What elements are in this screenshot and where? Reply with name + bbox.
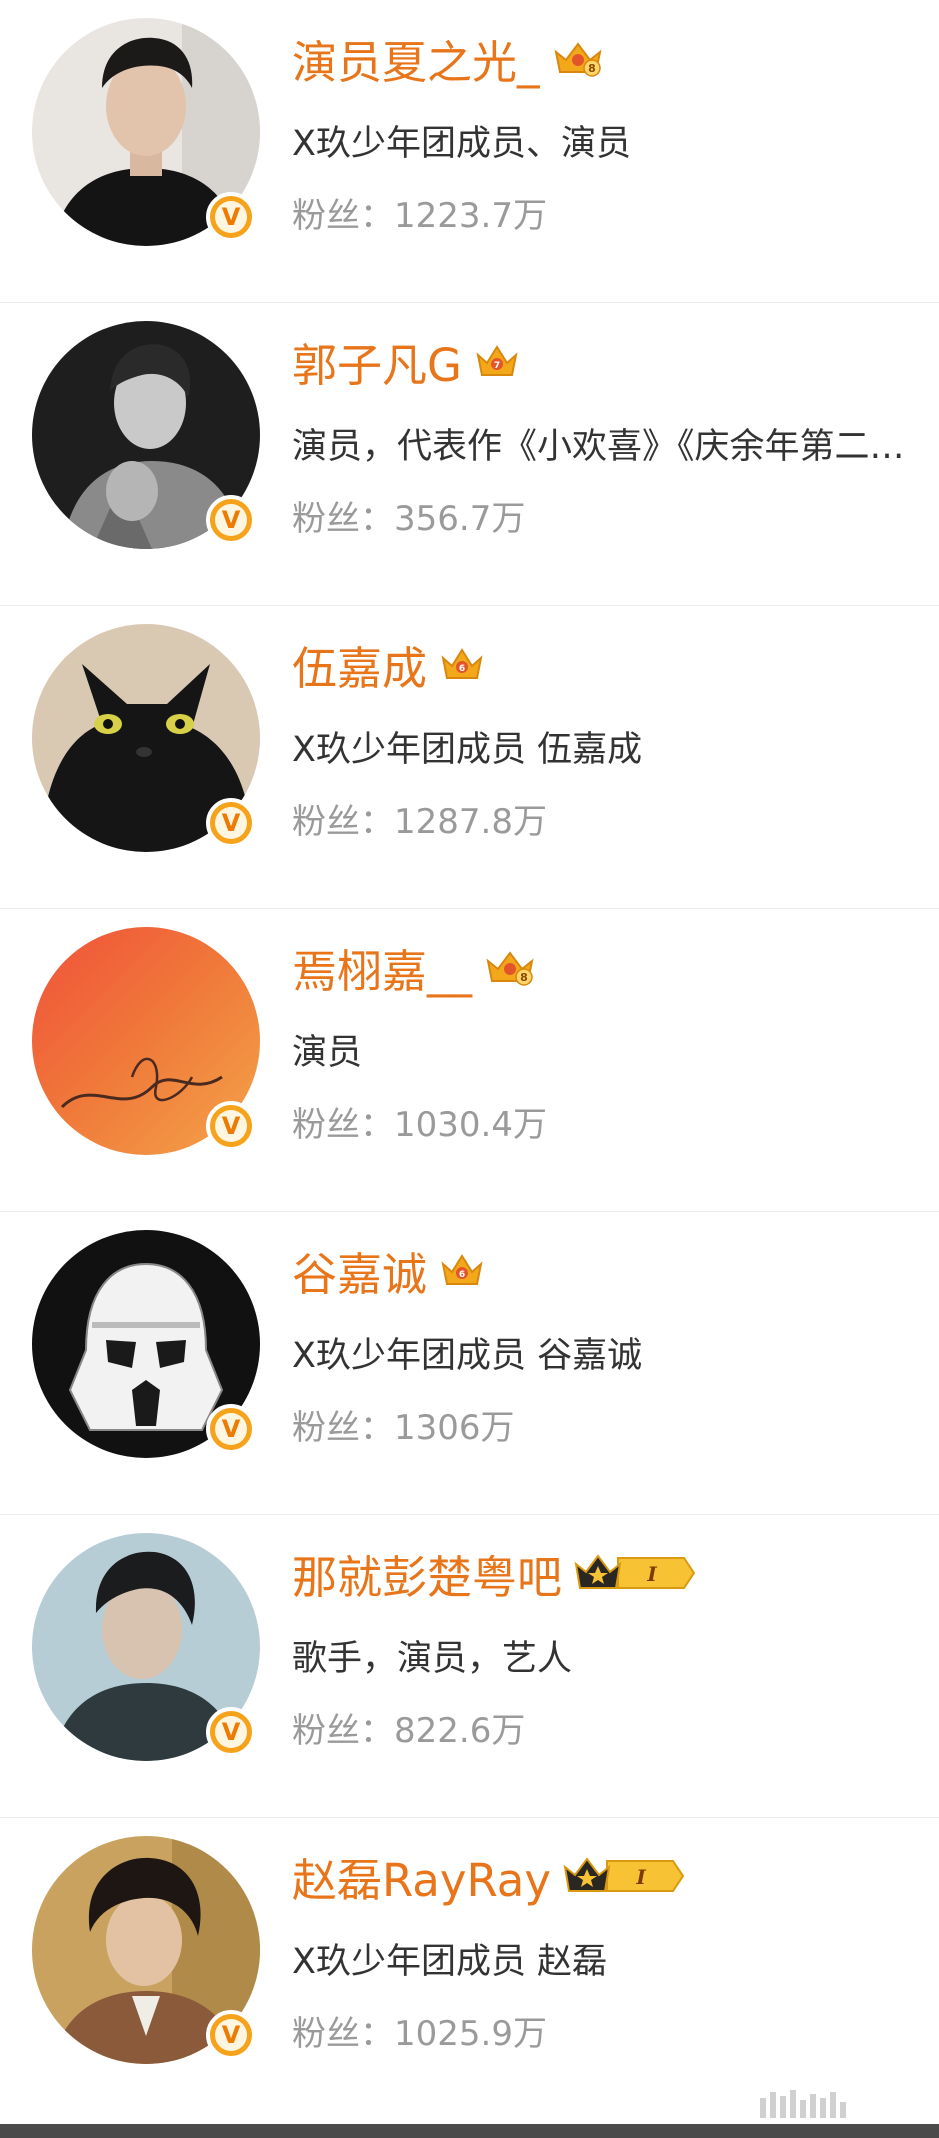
user-description: 演员，代表作《小欢喜》《庆余年第二… [292, 427, 905, 467]
vip-crown-icon: I [574, 1550, 698, 1596]
user-name[interactable]: 赵磊RayRay [292, 1844, 551, 1909]
fans-count: 粉丝：356.7万 [292, 499, 526, 539]
user-name[interactable]: 伍嘉成 [292, 632, 427, 697]
avatar[interactable]: V [32, 1230, 260, 1458]
verified-badge-icon: V [206, 1404, 256, 1454]
vip-crown-icon: I [563, 1853, 687, 1899]
fans-count: 粉丝：1306万 [292, 1408, 515, 1448]
fans-count: 粉丝：822.6万 [292, 1711, 526, 1751]
user-description: 歌手，演员，艺人 [292, 1639, 573, 1679]
crown-icon: 8 [484, 947, 536, 987]
list-item[interactable]: V 郭子凡G 7 演员，代表作《小欢喜》《庆余年第二… 粉丝：356.7万 [0, 303, 939, 606]
avatar[interactable]: V [32, 1836, 260, 2064]
avatar[interactable]: V [32, 624, 260, 852]
crown-icon: 6 [439, 1250, 485, 1290]
fans-count: 粉丝：1223.7万 [292, 196, 547, 236]
bottom-bar [0, 2124, 939, 2138]
fans-count: 粉丝：1030.4万 [292, 1105, 547, 1145]
avatar[interactable]: V [32, 927, 260, 1155]
svg-text:7: 7 [494, 361, 500, 371]
user-description: 演员 [292, 1033, 363, 1073]
user-name[interactable]: 谷嘉诚 [292, 1238, 427, 1303]
user-name[interactable]: 焉栩嘉__ [292, 935, 472, 1000]
user-name[interactable]: 郭子凡G [292, 329, 462, 394]
user-list: V 演员夏之光_ 8 X玖少年团成员、演员 粉丝：1223.7万 V 郭子凡G … [0, 0, 939, 2121]
verified-badge-icon: V [206, 798, 256, 848]
watermark-icon [760, 2090, 846, 2118]
verified-badge-icon: V [206, 192, 256, 242]
svg-text:I: I [635, 1865, 646, 1889]
crown-icon: 6 [439, 644, 485, 684]
verified-badge-icon: V [206, 2010, 256, 2060]
svg-text:6: 6 [459, 1270, 465, 1280]
fans-count: 粉丝：1025.9万 [292, 2014, 547, 2054]
svg-text:6: 6 [459, 664, 465, 674]
svg-text:8: 8 [588, 62, 596, 75]
crown-icon: 7 [474, 341, 520, 381]
user-name[interactable]: 演员夏之光_ [292, 26, 540, 91]
list-item[interactable]: V 谷嘉诚 6 X玖少年团成员 谷嘉诚 粉丝：1306万 [0, 1212, 939, 1515]
avatar[interactable]: V [32, 1533, 260, 1761]
user-description: X玖少年团成员 赵磊 [292, 1942, 608, 1982]
svg-text:8: 8 [520, 971, 528, 984]
user-description: X玖少年团成员 伍嘉成 [292, 730, 643, 770]
user-description: X玖少年团成员、演员 [292, 124, 631, 164]
fans-count: 粉丝：1287.8万 [292, 802, 547, 842]
verified-badge-icon: V [206, 1707, 256, 1757]
list-item[interactable]: V 赵磊RayRay I X玖少年团成员 赵磊 粉丝：1025.9万 [0, 1818, 939, 2121]
verified-badge-icon: V [206, 495, 256, 545]
user-description: X玖少年团成员 谷嘉诚 [292, 1336, 643, 1376]
avatar[interactable]: V [32, 18, 260, 246]
list-item[interactable]: V 那就彭楚粤吧 I 歌手，演员，艺人 粉丝：822.6万 [0, 1515, 939, 1818]
avatar[interactable]: V [32, 321, 260, 549]
svg-text:I: I [646, 1562, 657, 1586]
user-name[interactable]: 那就彭楚粤吧 [292, 1541, 562, 1606]
list-item[interactable]: V 演员夏之光_ 8 X玖少年团成员、演员 粉丝：1223.7万 [0, 0, 939, 303]
list-item[interactable]: V 焉栩嘉__ 8 演员 粉丝：1030.4万 [0, 909, 939, 1212]
crown-icon: 8 [552, 38, 604, 78]
verified-badge-icon: V [206, 1101, 256, 1151]
list-item[interactable]: V 伍嘉成 6 X玖少年团成员 伍嘉成 粉丝：1287.8万 [0, 606, 939, 909]
